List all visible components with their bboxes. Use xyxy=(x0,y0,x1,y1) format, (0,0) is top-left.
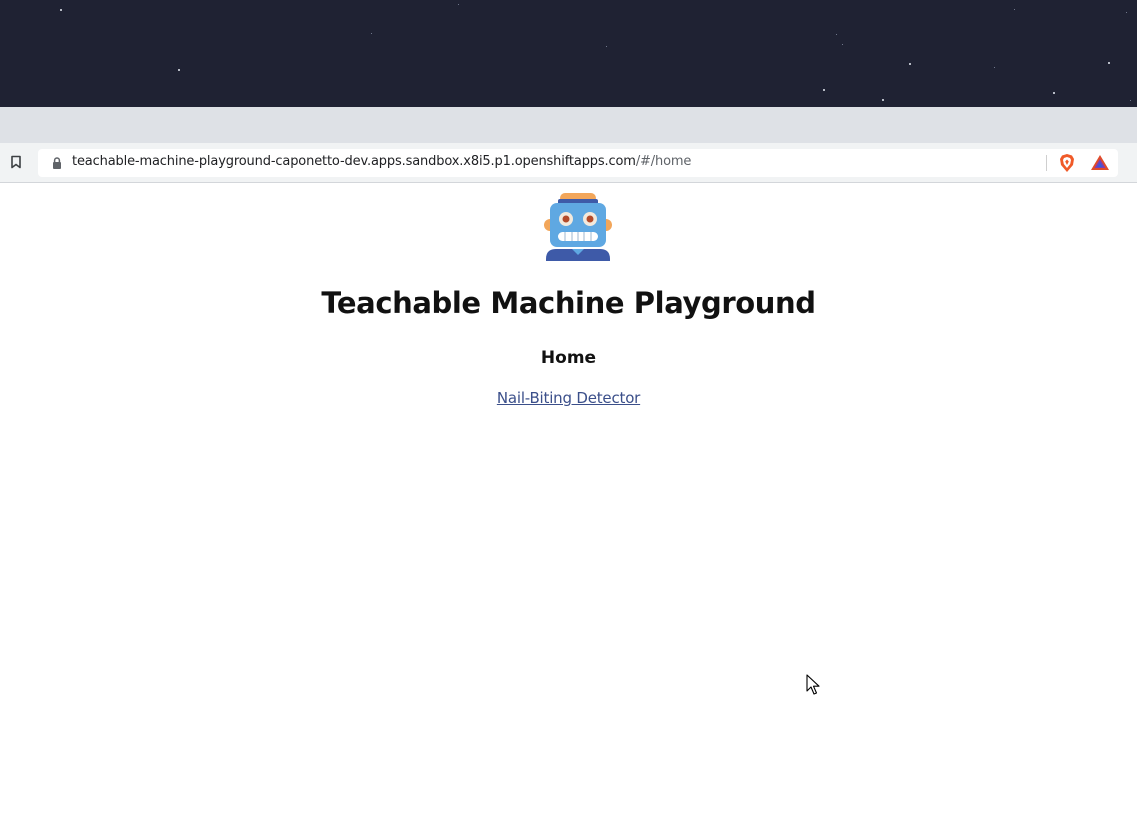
omnibox-divider xyxy=(1046,155,1047,171)
robot-icon xyxy=(544,193,612,261)
url-path: /#/home xyxy=(635,154,692,169)
browser-toolbar: teachable-machine-playground-caponetto-d… xyxy=(0,143,1137,183)
bookmark-icon[interactable] xyxy=(6,152,26,172)
url-text[interactable]: teachable-machine-playground-caponetto-d… xyxy=(72,154,691,169)
url-host: teachable-machine-playground-caponetto-d… xyxy=(72,154,636,169)
browser-tab-strip xyxy=(0,107,1137,143)
page-content: Teachable Machine Playground Home Nail-B… xyxy=(0,183,1137,823)
brave-rewards-icon[interactable] xyxy=(1090,153,1110,173)
nav-links: Nail-Biting Detector xyxy=(0,389,1137,407)
address-bar[interactable]: teachable-machine-playground-caponetto-d… xyxy=(38,149,1118,177)
lock-icon[interactable] xyxy=(50,156,64,170)
brave-shields-icon[interactable] xyxy=(1056,152,1078,174)
page-subtitle: Home xyxy=(540,348,597,368)
mouse-cursor-icon xyxy=(806,674,820,695)
nail-biting-detector-link[interactable]: Nail-Biting Detector xyxy=(497,389,640,407)
page-title: Teachable Machine Playground xyxy=(321,286,816,320)
desktop-wallpaper xyxy=(0,0,1137,107)
